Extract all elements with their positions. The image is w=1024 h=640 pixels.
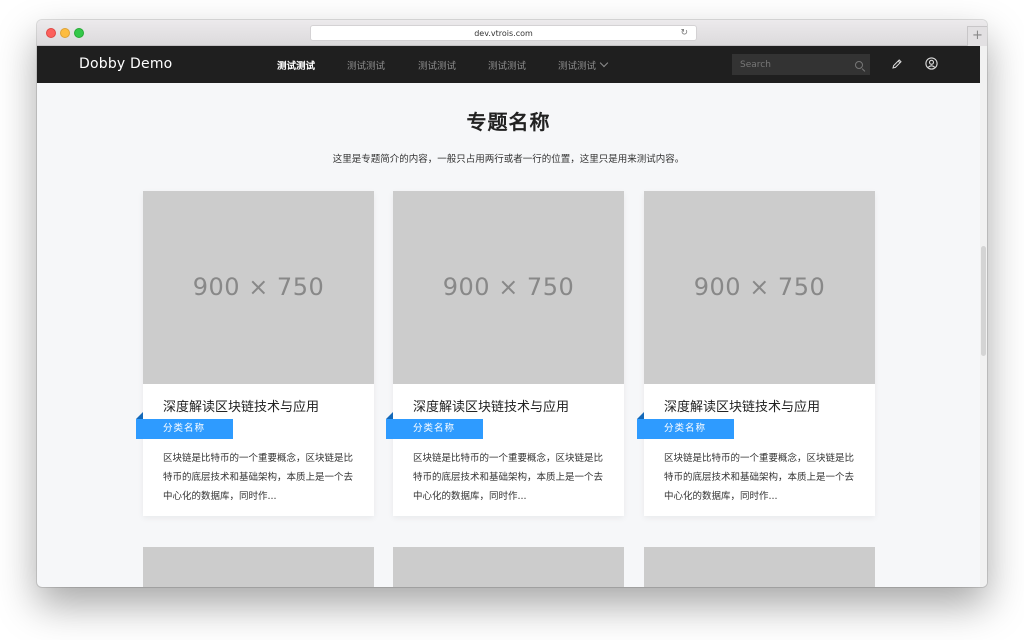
card-category[interactable]: 分类名称 (386, 412, 483, 439)
browser-titlebar: dev.vtrois.com ↻ + (37, 20, 987, 46)
site-navbar: Dobby Demo 测试测试 测试测试 测试测试 测试测试 测试测试 (37, 46, 980, 83)
address-bar-url: dev.vtrois.com (474, 29, 533, 38)
address-bar[interactable]: dev.vtrois.com ↻ (310, 25, 697, 41)
category-badge[interactable]: 分类名称 (386, 419, 483, 439)
card-description-text: 区块链是比特币的一个重要概念，区块链是比特币的底层技术和基础架构，本质上是一个去… (664, 453, 855, 502)
card-description-text: 区块链是比特币的一个重要概念，区块链是比特币的底层技术和基础架构，本质上是一个去… (163, 453, 354, 502)
search-input[interactable] (732, 54, 870, 75)
card-image-placeholder-row2[interactable] (143, 547, 374, 587)
card-description: 区块链是比特币的一个重要概念，区块链是比特币的底层技术和基础架构，本质上是一个去… (664, 449, 857, 506)
page-scrollbar-thumb[interactable] (981, 246, 986, 356)
card-image-placeholder-row2[interactable] (644, 547, 875, 587)
ribbon-fold (637, 412, 644, 419)
page-title: 专题名称 (466, 110, 551, 134)
card-image-placeholder[interactable]: 900 × 750 (644, 191, 875, 384)
chevron-down-icon (599, 58, 609, 68)
window-maximize-button[interactable] (74, 28, 84, 38)
pencil-icon[interactable] (891, 58, 903, 70)
site-brand[interactable]: Dobby Demo (79, 56, 172, 72)
nav-item-3[interactable]: 测试测试 (418, 58, 456, 72)
card-image-placeholder[interactable]: 900 × 750 (143, 191, 374, 384)
nav-item-5-label: 测试测试 (558, 61, 597, 72)
card-description: 区块链是比特币的一个重要概念，区块链是比特币的底层技术和基础架构，本质上是一个去… (413, 449, 606, 506)
nav-item-2[interactable]: 测试测试 (347, 58, 385, 72)
reload-icon[interactable]: ↻ (680, 26, 688, 41)
nav-item-5-dropdown[interactable]: 测试测试 (558, 58, 609, 72)
card-category[interactable]: 分类名称 (637, 412, 734, 439)
search-icon[interactable] (855, 61, 863, 69)
user-icon[interactable] (925, 57, 938, 70)
new-tab-button[interactable]: + (967, 26, 987, 46)
card-title[interactable]: 深度解读区块链技术与应用 (163, 396, 319, 415)
page-intro: 这里是专题简介的内容，一般只占用两行或者一行的位置，这里只是用来测试内容。 (332, 154, 685, 165)
card-description: 区块链是比特币的一个重要概念，区块链是比特币的底层技术和基础架构，本质上是一个去… (163, 449, 356, 506)
window-minimize-button[interactable] (60, 28, 70, 38)
card-image-placeholder[interactable]: 900 × 750 (393, 191, 624, 384)
nav-item-1[interactable]: 测试测试 (277, 58, 315, 72)
card-title[interactable]: 深度解读区块链技术与应用 (413, 396, 569, 415)
category-badge[interactable]: 分类名称 (136, 419, 233, 439)
ribbon-fold (136, 412, 143, 419)
ribbon-fold (386, 412, 393, 419)
article-card[interactable]: 900 × 750 深度解读区块链技术与应用 分类名称 区块链是比特币的一个重要… (637, 191, 875, 516)
nav-item-4[interactable]: 测试测试 (488, 58, 526, 72)
browser-window: dev.vtrois.com ↻ + Dobby Demo 测试测试 测试测试 … (37, 20, 987, 587)
card-description-text: 区块链是比特币的一个重要概念，区块链是比特币的底层技术和基础架构，本质上是一个去… (413, 453, 604, 502)
article-card[interactable]: 900 × 750 深度解读区块链技术与应用 分类名称 区块链是比特币的一个重要… (386, 191, 624, 516)
window-close-button[interactable] (46, 28, 56, 38)
category-badge[interactable]: 分类名称 (637, 419, 734, 439)
card-image-placeholder-row2[interactable] (393, 547, 624, 587)
card-category[interactable]: 分类名称 (136, 412, 233, 439)
card-title[interactable]: 深度解读区块链技术与应用 (664, 396, 820, 415)
article-card[interactable]: 900 × 750 深度解读区块链技术与应用 分类名称 区块链是比特币的一个重要… (136, 191, 374, 516)
